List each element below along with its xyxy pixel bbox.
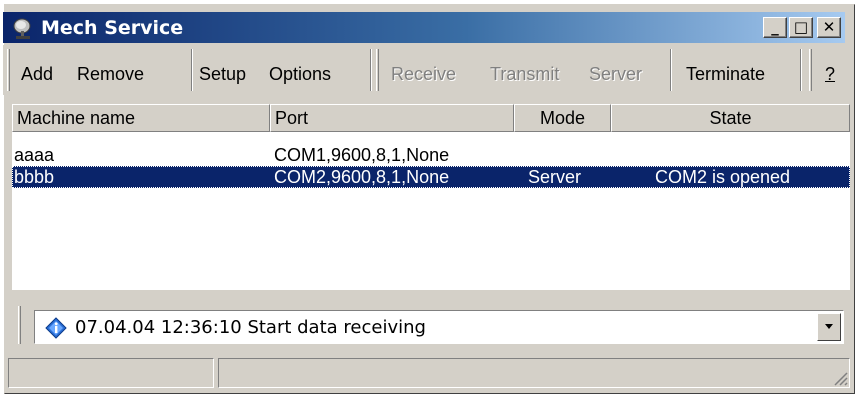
toolbar-separator: [670, 49, 672, 91]
table-row[interactable]: aaaa COM1,9600,8,1,None: [12, 144, 850, 166]
status-panel: [8, 358, 214, 388]
title-bar[interactable]: Mech Service _ □ ✕: [3, 12, 845, 43]
resize-grip-icon[interactable]: [832, 370, 848, 386]
table-row-selected[interactable]: bbbb COM2,9600,8,1,None Server COM2 is o…: [12, 166, 850, 188]
terminate-button[interactable]: Terminate: [686, 63, 765, 85]
toolbar-separator: [191, 49, 193, 91]
remove-button[interactable]: Remove: [77, 63, 144, 85]
toolbar-separator: [370, 49, 372, 91]
machine-name-cell: aaaa: [14, 145, 55, 165]
column-header-machine-name[interactable]: Machine name: [12, 104, 270, 132]
port-cell: COM2,9600,8,1,None: [274, 167, 450, 187]
transmit-button[interactable]: Transmit: [490, 63, 559, 85]
toolbar-separator: [800, 49, 802, 91]
state-cell: COM2 is opened: [655, 167, 791, 187]
window-title: Mech Service: [41, 17, 184, 39]
machine-name-cell: bbbb: [14, 167, 55, 187]
log-panel: 07.04.04 12:36:10 Start data receiving: [12, 302, 850, 348]
toolbar: Add Remove Setup Options Receive Transmi…: [3, 45, 845, 95]
close-button[interactable]: ✕: [817, 17, 841, 38]
info-diamond-icon: [45, 317, 67, 339]
receive-button[interactable]: Receive: [391, 63, 456, 85]
options-button[interactable]: Options: [269, 63, 331, 85]
toolbar-grip[interactable]: [809, 49, 812, 91]
machine-list[interactable]: Machine name Port Mode State aaaa COM1,9…: [12, 104, 850, 290]
column-header-port[interactable]: Port: [270, 104, 514, 132]
server-button[interactable]: Server: [589, 63, 642, 85]
column-header-mode[interactable]: Mode: [514, 104, 611, 132]
list-header: Machine name Port Mode State: [12, 104, 850, 132]
column-header-state[interactable]: State: [611, 104, 850, 132]
maximize-button[interactable]: □: [789, 17, 813, 38]
log-message: 07.04.04 12:36:10 Start data receiving: [75, 317, 426, 338]
satellite-dish-icon: [13, 18, 31, 39]
minimize-icon: _: [771, 18, 779, 36]
dropdown-button[interactable]: [817, 313, 841, 341]
log-combobox[interactable]: 07.04.04 12:36:10 Start data receiving: [34, 310, 844, 344]
maximize-icon: □: [793, 18, 809, 36]
close-icon: ✕: [822, 18, 836, 36]
setup-button[interactable]: Setup: [199, 63, 246, 85]
help-button[interactable]: ?: [825, 63, 835, 85]
status-bar: [8, 358, 850, 388]
port-cell: COM1,9600,8,1,None: [274, 145, 450, 165]
add-button[interactable]: Add: [21, 63, 53, 85]
toolbar-grip[interactable]: [376, 49, 379, 91]
chevron-down-icon: [825, 324, 833, 329]
toolbar-grip[interactable]: [7, 49, 10, 91]
minimize-button[interactable]: _: [763, 17, 787, 38]
panel-grip[interactable]: [18, 306, 21, 344]
mode-cell: Server: [528, 167, 582, 187]
status-panel: [218, 358, 850, 388]
